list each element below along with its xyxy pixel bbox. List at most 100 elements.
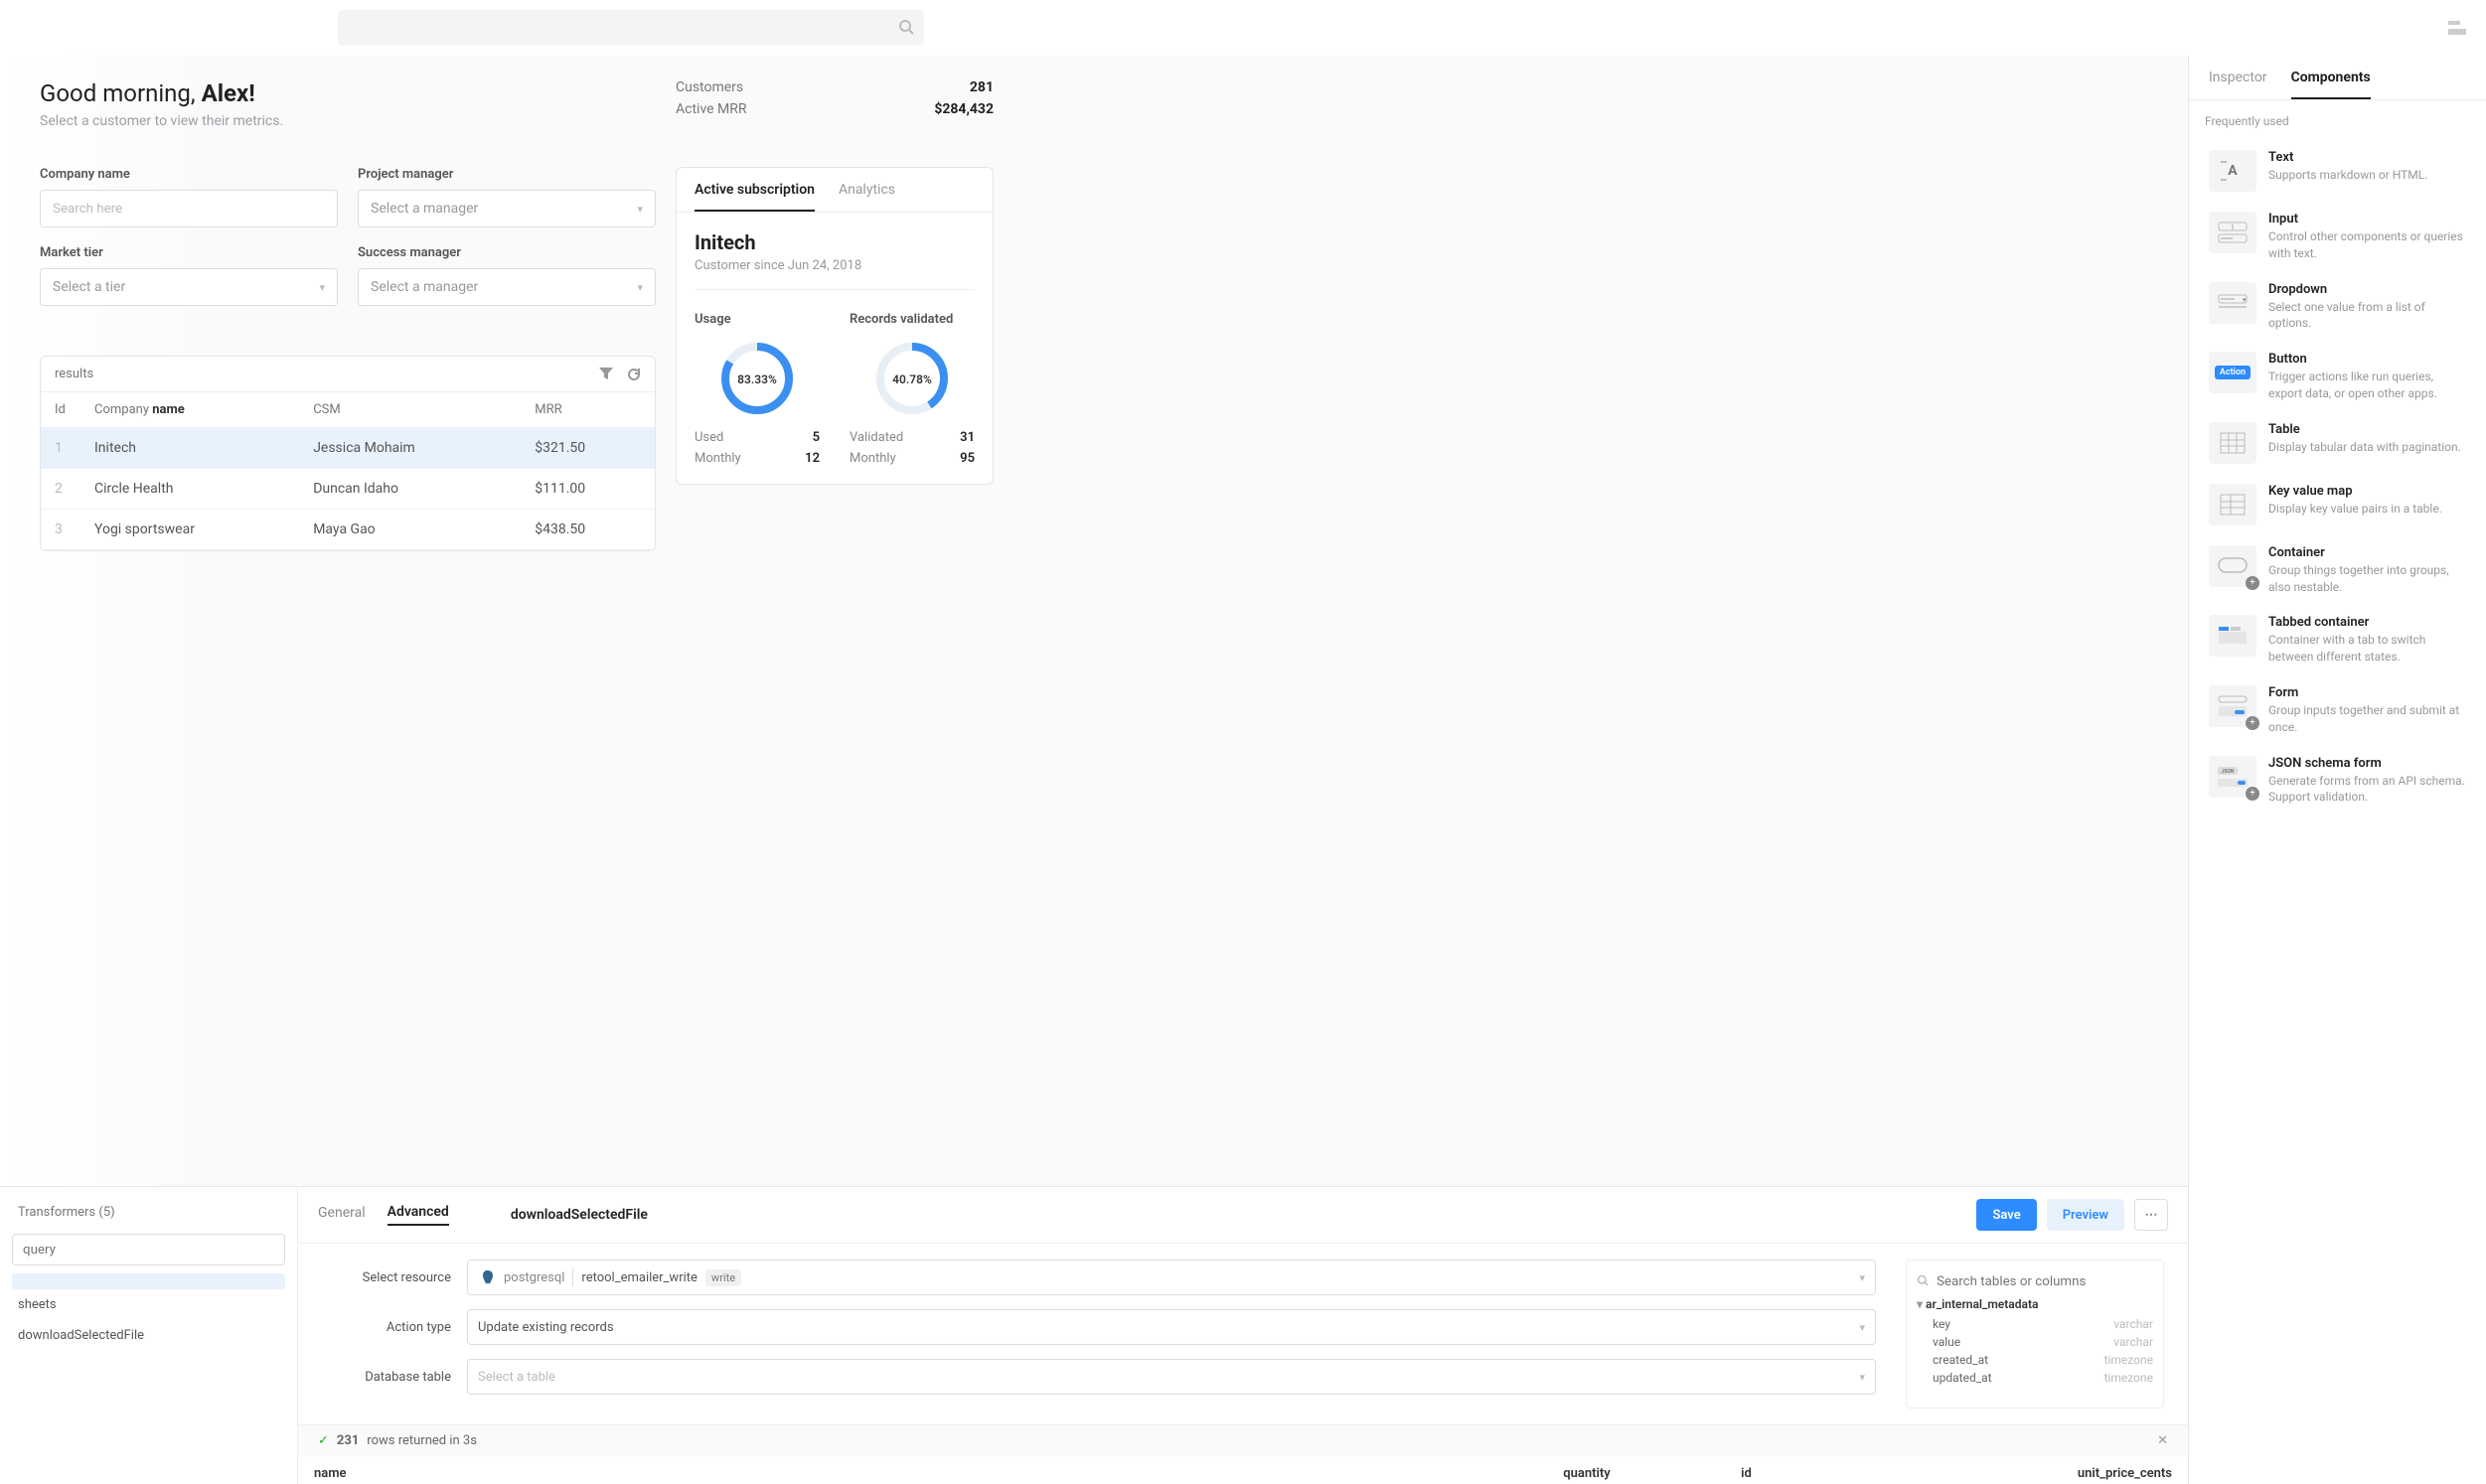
component-name: Button [2268, 352, 2466, 367]
svg-text:40.78%: 40.78% [892, 372, 932, 386]
component-json-schema-form[interactable]: JSON+JSON schema formGenerate forms from… [2205, 746, 2470, 816]
resource-select[interactable]: postgresql retool_emailer_write write ▾ [467, 1260, 1876, 1295]
results-table: results Id Company name CSM MRR [40, 356, 656, 551]
col-company[interactable]: Company name [80, 392, 299, 428]
action-type-label: Action type [322, 1320, 451, 1335]
tab-advanced[interactable]: Advanced [388, 1204, 449, 1226]
col-csm[interactable]: CSM [299, 392, 521, 428]
success-manager-select[interactable]: Select a manager▾ [358, 268, 656, 306]
component-description: Display key value pairs in a table. [2268, 501, 2466, 518]
schema-table-header[interactable]: ▾ ar_internal_metadata [1917, 1293, 2153, 1315]
project-manager-label: Project manager [358, 167, 656, 182]
component-icon [2209, 615, 2256, 657]
save-button[interactable]: Save [1976, 1199, 2036, 1231]
global-search-input[interactable] [338, 10, 924, 46]
component-description: Select one value from a list of options. [2268, 299, 2466, 333]
write-badge: write [705, 1269, 741, 1286]
component-input[interactable]: IInputControl other components or querie… [2205, 202, 2470, 272]
component-name: Text [2268, 150, 2466, 165]
table-row[interactable]: 3Yogi sportswearMaya Gao$438.50 [41, 510, 655, 550]
refresh-icon[interactable] [627, 368, 641, 381]
schema-column[interactable]: keyvarchar [1917, 1315, 2153, 1333]
greeting: Good morning, Alex! Select a customer to… [40, 79, 656, 129]
component-icon: + [2209, 545, 2256, 587]
query-list-item[interactable] [12, 1273, 285, 1289]
detail-since: Customer since Jun 24, 2018 [695, 258, 975, 273]
preview-button[interactable]: Preview [2047, 1199, 2124, 1231]
query-search-input[interactable] [12, 1234, 285, 1265]
component-icon: I [2209, 212, 2256, 253]
project-manager-select[interactable]: Select a manager▾ [358, 190, 656, 227]
query-list-item[interactable] [12, 1351, 285, 1367]
records-ring: 40.78% [872, 339, 952, 418]
component-icon [2209, 422, 2256, 464]
filter-icon[interactable] [599, 368, 613, 381]
svg-text:83.33%: 83.33% [737, 372, 777, 386]
query-sidebar: Transformers (5) sheetsdownloadSelectedF… [0, 1187, 298, 1484]
rcol-quantity[interactable]: quantity [1363, 1456, 1626, 1484]
component-text[interactable]: ATextSupports markdown or HTML. [2205, 140, 2470, 202]
component-button[interactable]: Action Button Trigger actions like run que… [2205, 342, 2470, 412]
schema-column[interactable]: updated_attimezone [1917, 1369, 2153, 1387]
component-name: JSON schema form [2268, 756, 2466, 771]
query-list-item[interactable]: sheets [12, 1289, 285, 1320]
results-preview-table: name quantity id unit_price_cents Stuctu… [298, 1456, 2188, 1484]
component-dropdown[interactable]: ▾DropdownSelect one value from a list of… [2205, 272, 2470, 343]
stat-value: $284,432 [934, 101, 994, 117]
action-type-select[interactable]: Update existing records▾ [467, 1309, 1876, 1345]
table-row[interactable]: 2Circle HealthDuncan Idaho$111.00 [41, 469, 655, 510]
postgresql-icon [478, 1268, 496, 1286]
component-icon: ▾ [2209, 282, 2256, 324]
transformers-label: Transformers (5) [18, 1205, 115, 1220]
component-description: Supports markdown or HTML. [2268, 167, 2466, 184]
rcol-id[interactable]: id [1627, 1456, 1768, 1484]
tab-active-subscription[interactable]: Active subscription [695, 182, 815, 212]
component-table[interactable]: TableDisplay tabular data with paginatio… [2205, 412, 2470, 474]
results-title: results [55, 367, 93, 381]
schema-search-input[interactable] [1917, 1270, 2153, 1293]
tab-components[interactable]: Components [2291, 70, 2371, 99]
menu-icon[interactable] [2448, 21, 2466, 35]
component-name: Tabbed container [2268, 615, 2466, 630]
rcol-name[interactable]: name [298, 1456, 1363, 1484]
schema-column[interactable]: created_attimezone [1917, 1351, 2153, 1369]
component-description: Control other components or queries with… [2268, 228, 2466, 262]
component-tabbed-container[interactable]: Tabbed containerContainer with a tab to … [2205, 605, 2470, 675]
stat-value: 281 [970, 79, 994, 95]
more-button[interactable]: ⋯ [2134, 1199, 2168, 1231]
topbar [0, 0, 2486, 56]
query-panel: Transformers (5) sheetsdownloadSelectedF… [0, 1186, 2188, 1484]
component-key-value-map[interactable]: Key value mapDisplay key value pairs in … [2205, 474, 2470, 535]
tab-analytics[interactable]: Analytics [839, 182, 895, 212]
global-search[interactable] [338, 10, 924, 46]
close-icon[interactable]: ✕ [2157, 1433, 2168, 1448]
canvas: Good morning, Alex! Select a customer to… [0, 56, 2188, 1186]
svg-text:▾: ▾ [2243, 296, 2247, 304]
success-icon: ✓ [318, 1433, 329, 1448]
component-description: Trigger actions like run queries, export… [2268, 369, 2466, 402]
search-icon [1917, 1274, 1929, 1286]
schema-browser: ▾ ar_internal_metadata keyvarcharvalueva… [1906, 1260, 2164, 1409]
market-tier-label: Market tier [40, 245, 338, 260]
tab-general[interactable]: General [318, 1205, 366, 1225]
greeting-title: Good morning, Alex! [40, 79, 656, 107]
chevron-down-icon: ▾ [637, 203, 643, 216]
component-name: Table [2268, 422, 2466, 437]
stat-label: Active MRR [676, 101, 747, 117]
component-icon: Action [2209, 352, 2256, 393]
query-name: downloadSelectedFile [511, 1207, 648, 1223]
schema-column[interactable]: valuevarchar [1917, 1333, 2153, 1351]
company-name-input[interactable] [40, 190, 338, 227]
market-tier-select[interactable]: Select a tier▾ [40, 268, 338, 306]
detail-panel: Active subscription Analytics Initech Cu… [676, 167, 994, 485]
query-list-item[interactable]: downloadSelectedFile [12, 1320, 285, 1351]
database-table-label: Database table [322, 1370, 451, 1385]
tab-inspector[interactable]: Inspector [2209, 70, 2267, 99]
col-id[interactable]: Id [41, 392, 80, 428]
component-form[interactable]: +FormGroup inputs together and submit at… [2205, 675, 2470, 746]
component-container[interactable]: +ContainerGroup things together into gro… [2205, 535, 2470, 606]
rcol-price[interactable]: unit_price_cents [1768, 1456, 2188, 1484]
database-table-select[interactable]: Select a table▾ [467, 1359, 1876, 1395]
col-mrr[interactable]: MRR [521, 392, 655, 428]
table-row[interactable]: 1InitechJessica Mohaim$321.50 [41, 428, 655, 469]
